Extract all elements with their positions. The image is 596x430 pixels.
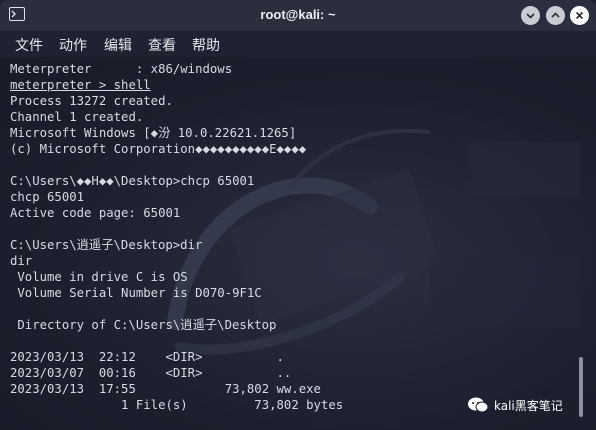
menu-actions[interactable]: 动作 (59, 35, 87, 55)
terminal-line: Channel 1 created. (10, 110, 144, 124)
watermark-text: kali黑客笔记 (494, 399, 563, 413)
terminal-line: 2023/03/13 17:55 73,802 ww.exe (10, 382, 321, 396)
wechat-icon (468, 397, 489, 413)
terminal-line: C:\Users\逍遥子\Desktop>dir (10, 238, 203, 252)
terminal-output[interactable]: Meterpreter : x86/windows meterpreter > … (0, 57, 596, 430)
menu-file[interactable]: 文件 (15, 35, 43, 55)
terminal-lines: Meterpreter : x86/windows meterpreter > … (10, 61, 343, 413)
menu-edit[interactable]: 编辑 (104, 35, 132, 55)
menu-view[interactable]: 查看 (148, 35, 176, 55)
terminal-line: Process 13272 created. (10, 94, 173, 108)
close-button[interactable] (570, 6, 589, 25)
terminal-line: (c) Microsoft Corporation◆◆◆◆◆◆◆◆◆◆E◆◆◆◆ (10, 142, 307, 156)
maximize-button[interactable] (546, 6, 565, 25)
terminal-line: dir (10, 254, 33, 268)
terminal-line: Meterpreter : x86/windows (10, 62, 233, 76)
terminal-line: C:\Users\◆◆H◆◆\Desktop>chcp 65001 (10, 174, 255, 188)
menu-help[interactable]: 帮助 (192, 35, 220, 55)
terminal-line: 2023/03/07 00:16 <DIR> .. (10, 366, 292, 380)
terminal-line: 2023/03/13 22:12 <DIR> . (10, 350, 284, 364)
window-title: root@kali: ~ (260, 7, 336, 22)
title-bar: root@kali: ~ (0, 0, 596, 32)
terminal-window: root@kali: ~ 文件 动作 编辑 查看 帮助 Meterpreter … (0, 0, 596, 430)
maximize-icon (551, 12, 560, 18)
terminal-line: Microsoft Windows [◆汾 10.0.22621.1265] (10, 126, 297, 140)
terminal-line: Directory of C:\Users\逍遥子\Desktop (10, 318, 277, 332)
terminal-line: Active code page: 65001 (10, 206, 181, 220)
scrollbar[interactable] (579, 357, 583, 417)
close-icon (575, 11, 584, 20)
terminal-line: meterpreter > shell (10, 78, 151, 92)
minimize-button[interactable] (521, 6, 540, 25)
terminal-line: 1 File(s) 73,802 bytes (10, 398, 344, 412)
terminal-line: Volume in drive C is OS (10, 270, 188, 284)
terminal-line: chcp 65001 (10, 190, 85, 204)
terminal-line: Volume Serial Number is D070-9F1C (10, 286, 262, 300)
minimize-icon (526, 13, 535, 19)
menu-bar: 文件 动作 编辑 查看 帮助 (0, 31, 596, 57)
